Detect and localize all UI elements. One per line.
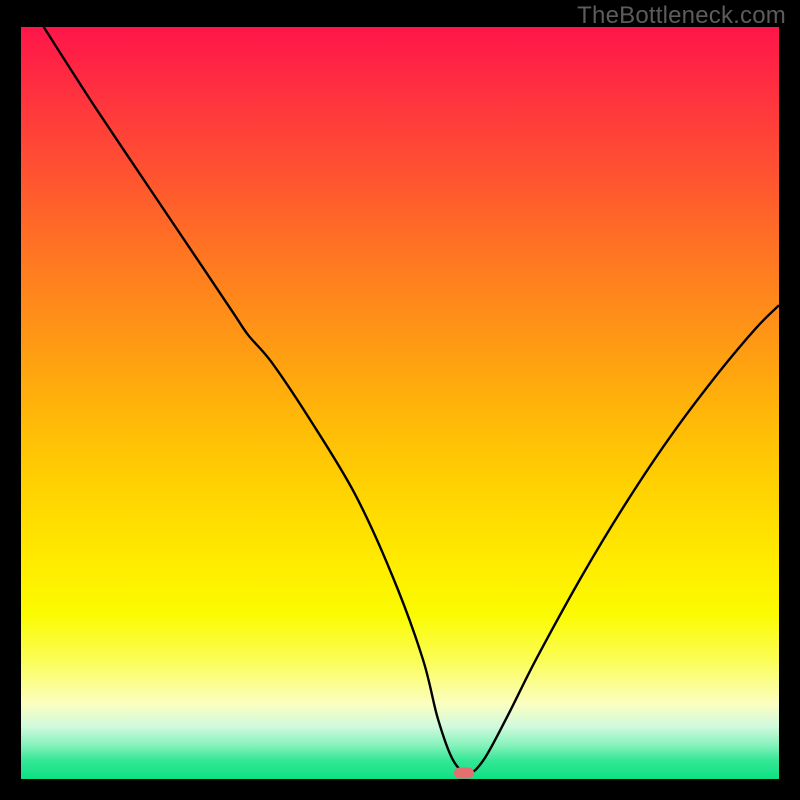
- sweet-spot-marker: [454, 767, 474, 778]
- plot-area: [21, 27, 779, 779]
- curve-svg: [21, 27, 779, 779]
- watermark-text: TheBottleneck.com: [577, 2, 786, 30]
- chart-frame: TheBottleneck.com: [0, 0, 800, 800]
- bottleneck-curve: [44, 27, 779, 773]
